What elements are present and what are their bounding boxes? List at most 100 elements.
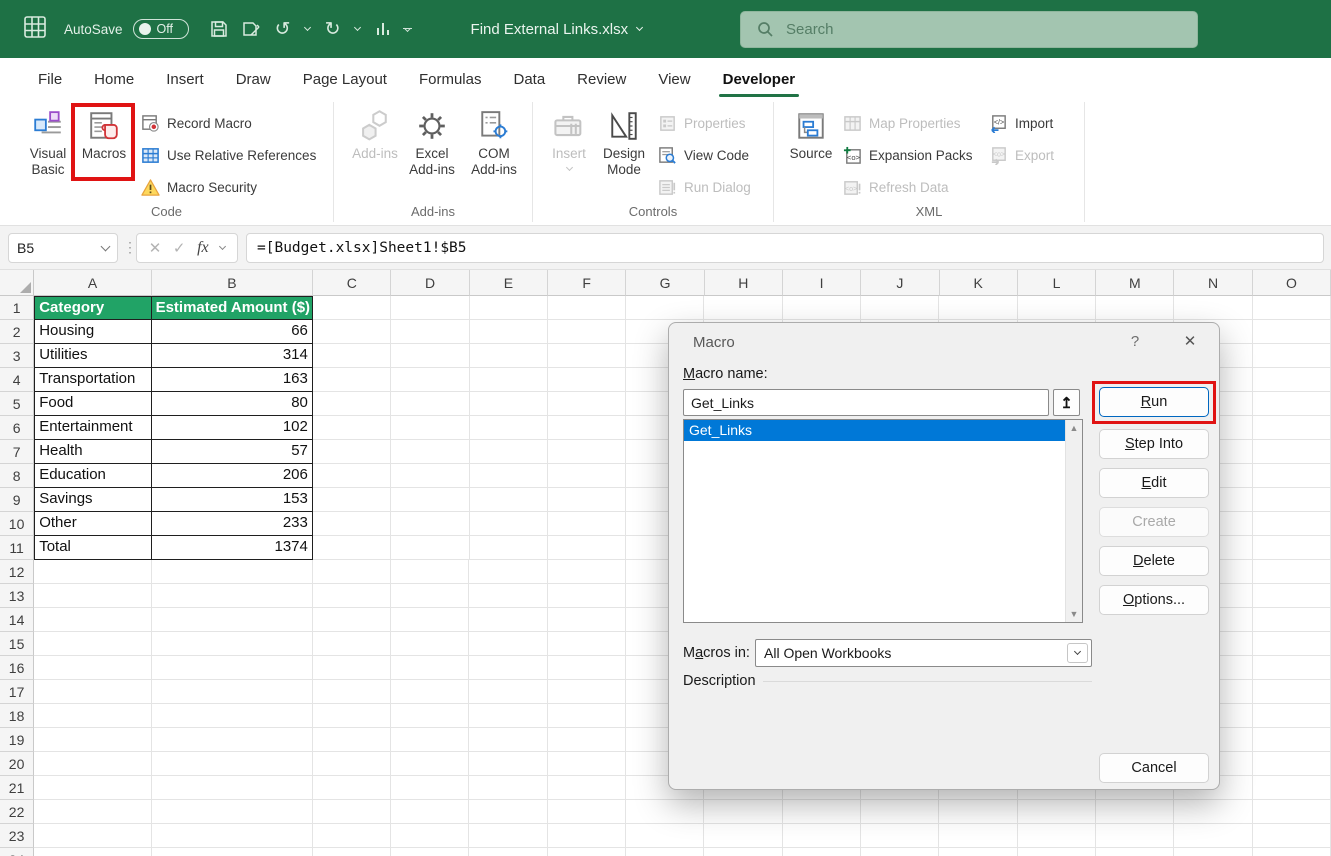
cell-B20[interactable] xyxy=(152,752,313,776)
cell-F11[interactable] xyxy=(548,536,626,560)
row-header-6[interactable]: 6 xyxy=(0,416,34,440)
cell-E18[interactable] xyxy=(469,704,547,728)
column-header-C[interactable]: C xyxy=(313,270,391,296)
row-header-19[interactable]: 19 xyxy=(0,728,34,752)
run-button[interactable]: Run xyxy=(1099,387,1209,417)
cell-I24[interactable] xyxy=(783,848,861,856)
cancel-button[interactable]: Cancel xyxy=(1099,753,1209,783)
cell-C7[interactable] xyxy=(313,440,391,464)
cell-A2[interactable]: Housing xyxy=(34,320,151,344)
cell-F24[interactable] xyxy=(548,848,626,856)
cell-A4[interactable]: Transportation xyxy=(34,368,151,392)
cell-B18[interactable] xyxy=(152,704,313,728)
row-header-22[interactable]: 22 xyxy=(0,800,34,824)
map-properties-button[interactable]: Map Properties xyxy=(843,110,961,136)
cell-B23[interactable] xyxy=(152,824,313,848)
cell-F14[interactable] xyxy=(548,608,626,632)
cell-F4[interactable] xyxy=(548,368,626,392)
cell-B12[interactable] xyxy=(152,560,313,584)
cell-A11[interactable]: Total xyxy=(34,536,151,560)
cell-A8[interactable]: Education xyxy=(34,464,151,488)
cell-D13[interactable] xyxy=(391,584,469,608)
macro-list-scrollbar[interactable]: ▲ ▼ xyxy=(1065,420,1082,622)
import-button[interactable]: </> Import xyxy=(989,110,1053,136)
chart-quick-button[interactable] xyxy=(369,14,397,44)
cell-D3[interactable] xyxy=(391,344,469,368)
cell-A17[interactable] xyxy=(34,680,151,704)
row-header-20[interactable]: 20 xyxy=(0,752,34,776)
insert-control-button[interactable]: Insert xyxy=(546,108,592,170)
cell-D1[interactable] xyxy=(391,296,469,320)
cell-F10[interactable] xyxy=(548,512,626,536)
cell-F18[interactable] xyxy=(548,704,626,728)
cell-O21[interactable] xyxy=(1253,776,1331,800)
cell-C21[interactable] xyxy=(313,776,391,800)
column-header-L[interactable]: L xyxy=(1018,270,1096,296)
cell-H23[interactable] xyxy=(704,824,782,848)
row-header-10[interactable]: 10 xyxy=(0,512,34,536)
tab-review[interactable]: Review xyxy=(561,58,642,100)
cell-C19[interactable] xyxy=(313,728,391,752)
cell-K24[interactable] xyxy=(939,848,1017,856)
cell-D4[interactable] xyxy=(391,368,469,392)
cell-O22[interactable] xyxy=(1253,800,1331,824)
cell-O12[interactable] xyxy=(1253,560,1331,584)
cell-F2[interactable] xyxy=(548,320,626,344)
cell-B14[interactable] xyxy=(152,608,313,632)
tab-developer[interactable]: Developer xyxy=(707,58,812,100)
cell-H24[interactable] xyxy=(704,848,782,856)
cell-O5[interactable] xyxy=(1253,392,1331,416)
column-header-H[interactable]: H xyxy=(705,270,783,296)
cell-O18[interactable] xyxy=(1253,704,1331,728)
cell-B19[interactable] xyxy=(152,728,313,752)
cell-E19[interactable] xyxy=(469,728,547,752)
cell-D11[interactable] xyxy=(391,536,469,560)
cell-A24[interactable] xyxy=(34,848,151,856)
cell-I1[interactable] xyxy=(783,296,861,320)
column-header-E[interactable]: E xyxy=(470,270,548,296)
cell-B24[interactable] xyxy=(152,848,313,856)
cell-F3[interactable] xyxy=(548,344,626,368)
cell-F17[interactable] xyxy=(548,680,626,704)
cell-E7[interactable] xyxy=(470,440,548,464)
search-input[interactable] xyxy=(786,21,1166,38)
cell-C22[interactable] xyxy=(313,800,391,824)
cell-E12[interactable] xyxy=(469,560,547,584)
row-header-3[interactable]: 3 xyxy=(0,344,34,368)
cell-L1[interactable] xyxy=(1018,296,1096,320)
column-header-F[interactable]: F xyxy=(548,270,626,296)
cell-M1[interactable] xyxy=(1096,296,1174,320)
cell-O23[interactable] xyxy=(1253,824,1331,848)
cell-A23[interactable] xyxy=(34,824,151,848)
cell-F13[interactable] xyxy=(548,584,626,608)
cell-F6[interactable] xyxy=(548,416,626,440)
row-header-12[interactable]: 12 xyxy=(0,560,34,584)
delete-button[interactable]: Delete xyxy=(1099,546,1209,576)
row-header-18[interactable]: 18 xyxy=(0,704,34,728)
cell-G23[interactable] xyxy=(626,824,704,848)
cell-D20[interactable] xyxy=(391,752,469,776)
cell-E13[interactable] xyxy=(469,584,547,608)
cell-A3[interactable]: Utilities xyxy=(34,344,151,368)
cell-A18[interactable] xyxy=(34,704,151,728)
save-as-button[interactable] xyxy=(237,14,265,44)
row-header-14[interactable]: 14 xyxy=(0,608,34,632)
cell-F21[interactable] xyxy=(548,776,626,800)
row-header-17[interactable]: 17 xyxy=(0,680,34,704)
cell-F1[interactable] xyxy=(548,296,626,320)
cell-E14[interactable] xyxy=(469,608,547,632)
cell-A10[interactable]: Other xyxy=(34,512,151,536)
cell-B10[interactable]: 233 xyxy=(152,512,313,536)
cell-C23[interactable] xyxy=(313,824,391,848)
cell-E2[interactable] xyxy=(470,320,548,344)
column-header-O[interactable]: O xyxy=(1253,270,1331,296)
cell-D10[interactable] xyxy=(391,512,469,536)
column-header-D[interactable]: D xyxy=(391,270,469,296)
cell-F22[interactable] xyxy=(548,800,626,824)
cell-F23[interactable] xyxy=(548,824,626,848)
cell-F19[interactable] xyxy=(548,728,626,752)
cell-C24[interactable] xyxy=(313,848,391,856)
row-header-13[interactable]: 13 xyxy=(0,584,34,608)
undo-dropdown[interactable] xyxy=(301,14,315,44)
cell-C3[interactable] xyxy=(313,344,391,368)
